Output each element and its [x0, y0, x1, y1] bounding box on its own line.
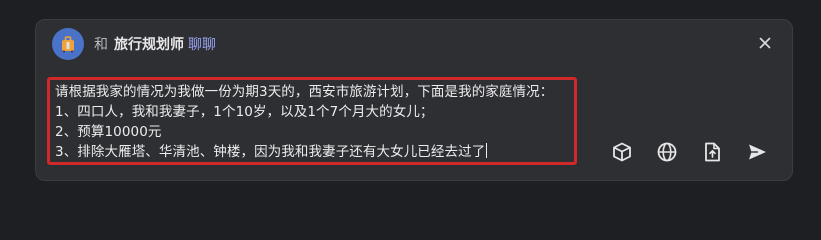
input-line-4: 3、排除大雁塔、华清池、钟楼，因为我和我妻子还有大女儿已经去过了: [55, 144, 486, 160]
header-suffix: 聊聊: [188, 37, 216, 53]
agent-name[interactable]: 旅行规划师: [114, 37, 184, 53]
input-line-3: 2、预算10000元: [55, 124, 162, 140]
header-title: 和旅行规划师 聊聊: [94, 34, 216, 54]
send-button[interactable]: [745, 140, 769, 164]
message-input[interactable]: 请根据我家的情况为我做一份为期3天的，西安市旅游计划，下面是我的家庭情况： 1、…: [47, 77, 577, 165]
close-button[interactable]: [754, 32, 776, 54]
header-prefix: 和: [94, 37, 108, 53]
input-line-1: 请根据我家的情况为我做一份为期3天的，西安市旅游计划，下面是我的家庭情况：: [55, 84, 554, 100]
cube-icon: [613, 142, 631, 162]
file-upload-icon: [705, 142, 720, 162]
close-icon: [759, 37, 771, 49]
globe-icon: [657, 142, 677, 162]
agent-avatar: [52, 28, 84, 60]
web-search-button[interactable]: [655, 140, 679, 164]
send-icon: [749, 144, 766, 160]
input-toolbar: [610, 140, 769, 164]
upload-file-button[interactable]: [700, 140, 724, 164]
plugin-button[interactable]: [610, 140, 634, 164]
chat-input-panel: 和旅行规划师 聊聊 请根据我家的情况为我做一份为期3天的，西安市旅游计划，下面是我…: [35, 19, 793, 181]
text-caret: [486, 143, 488, 158]
input-line-2: 1、四口人，我和我妻子，1个10岁，以及1个7个月大的女儿；: [55, 104, 434, 120]
input-line-4-wrapper: 3、排除大雁塔、华清池、钟楼，因为我和我妻子还有大女儿已经去过了: [55, 142, 574, 162]
conversation-header: 和旅行规划师 聊聊: [52, 28, 216, 60]
luggage-icon: [62, 36, 74, 53]
